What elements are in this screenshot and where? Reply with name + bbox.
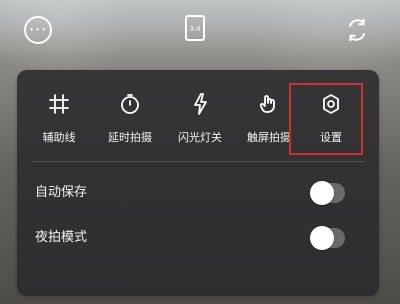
settings-icon [301,90,361,118]
auto-save-toggle[interactable] [310,181,345,205]
tool-label: 闪光灯关 [178,131,222,144]
tool-label: 设置 [320,131,342,144]
tool-settings[interactable]: 设置 [301,90,361,150]
tool-label: 辅助线 [42,131,76,144]
night-mode-label: 夜拍模式 [35,230,88,245]
tool-label: 延时拍摄 [108,131,152,144]
night-mode-row: 夜拍模式 [17,221,379,259]
auto-save-row: 自动保存 [17,176,379,214]
tool-flash[interactable]: 闪光灯关 [170,90,230,150]
toggle-knob [310,226,334,250]
aspect-ratio-label: 3:4 [189,24,201,33]
toggle-knob [310,181,334,205]
flash-off-icon [170,90,230,118]
divider [31,161,365,162]
tool-timer[interactable]: 延时拍摄 [100,90,160,150]
night-mode-toggle[interactable] [310,226,345,250]
auto-save-label: 自动保存 [35,185,88,200]
tool-guidelines[interactable]: 辅助线 [29,90,89,150]
aspect-ratio-icon[interactable]: 3:4 [185,15,205,41]
grid-icon [29,90,89,118]
timer-icon [100,90,160,118]
more-icon[interactable]: ⋯ [24,16,52,44]
camera-settings-panel: 辅助线 延时拍摄 闪光灯关 触屏拍摄 设置 自动保存 夜拍模式 [17,70,379,296]
switch-camera-icon[interactable] [343,16,371,44]
